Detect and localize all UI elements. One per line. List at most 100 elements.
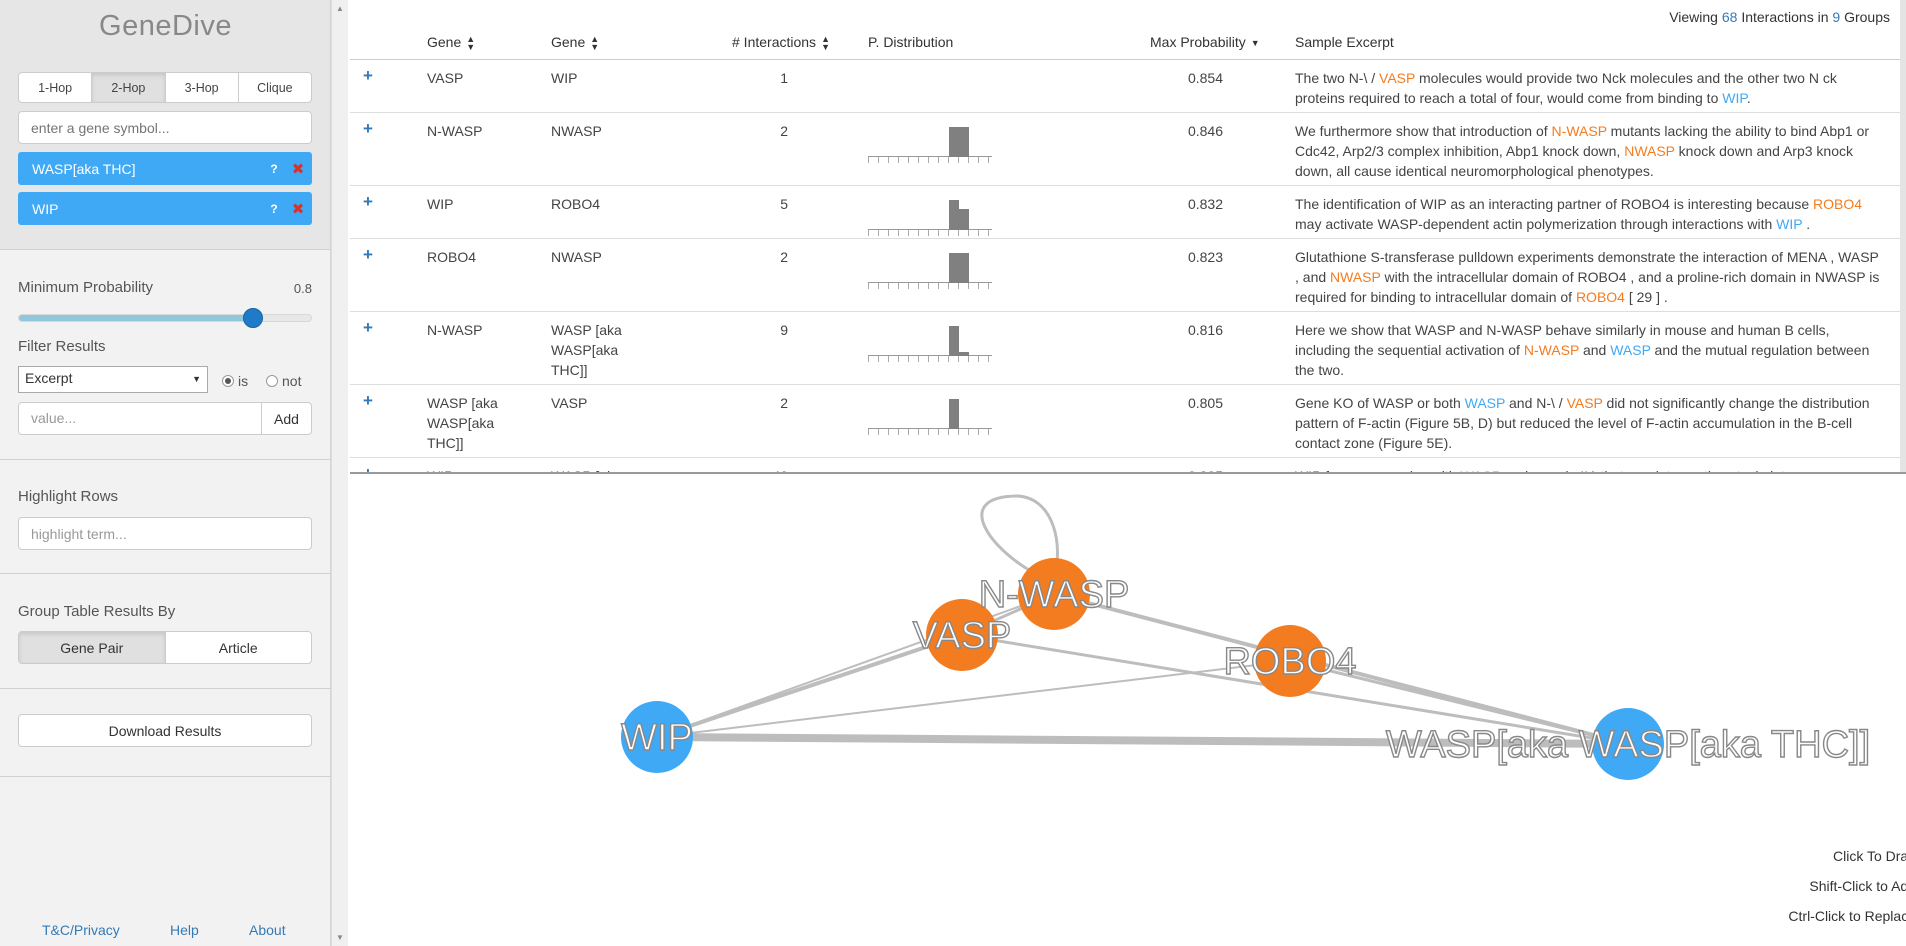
histogram-tick [938,283,939,289]
expand-row-button[interactable]: + [363,192,373,212]
cell-gene-2: WASP [aka WASP[aka THC]] [551,322,622,378]
header-label: P. Distribution [868,34,954,50]
excerpt-text: may activate WASP-dependent actin polyme… [1295,216,1777,232]
histogram-tick [878,230,879,236]
help-link[interactable]: Help [170,922,199,938]
hop-2-button[interactable]: 2-Hop [92,73,166,102]
histogram-tick [898,283,899,289]
histogram-tick [988,283,989,289]
filter-field-select[interactable]: Excerpt ▼ [18,366,208,393]
histogram-axis [868,282,992,283]
table-row[interactable]: + WIP ROBO4 5 0.832 The identification of WIP… [350,186,1906,239]
cell-interactions: 2 [780,395,788,411]
graph-node-label: WASP[aka WASP[aka THC]] [1386,724,1870,766]
hop-1-button[interactable]: 1-Hop [19,73,93,102]
min-probability-label: Minimum Probability [18,279,154,296]
slider-handle[interactable] [242,308,263,328]
cell-gene-2: NWASP [551,123,602,139]
histogram-tick [928,157,929,163]
cell-interactions: 9 [780,322,788,338]
histogram-tick [888,157,889,163]
min-probability-slider[interactable] [18,308,312,328]
graph-node-label: VASP [913,615,1012,657]
histogram-tick [928,230,929,236]
histogram-axis [868,355,992,356]
highlight-input[interactable]: highlight term... [18,517,312,550]
gene-chip-label: WASP[aka THC] [32,160,136,177]
scroll-up-icon[interactable]: ▲ [336,4,344,13]
download-results-button[interactable]: Download Results [18,714,312,747]
table-scrollbar[interactable] [1900,0,1906,472]
histogram-tick [918,356,919,362]
group-article-button[interactable]: Article [166,632,312,663]
remove-icon[interactable]: ✖ [284,200,312,218]
group-gene-pair-button[interactable]: Gene Pair [19,632,166,663]
clique-button[interactable]: Clique [239,73,311,102]
histogram-tick [898,356,899,362]
header-max-probability[interactable]: Max Probability ▼ [1150,34,1260,50]
expand-row-button[interactable]: + [363,245,373,265]
histogram-bar [959,209,969,230]
excerpt-text: and N-\ / [1505,395,1567,411]
histogram-tick [908,230,909,236]
table-row[interactable]: + WASP [aka WASP[aka THC]] VASP 2 0.805 Gene … [350,385,1906,458]
sort-icon: ▲ ▼ [466,34,476,53]
cell-max-probability: 0.805 [1187,395,1223,411]
expand-row-button[interactable]: + [363,464,373,472]
histogram-tick [878,356,879,362]
histogram-tick [928,356,929,362]
add-filter-button[interactable]: Add [261,402,312,435]
help-icon[interactable]: ? [264,162,284,176]
graph-node-label: ROBO4 [1223,641,1356,683]
histogram-tick [948,283,949,289]
graph-canvas[interactable]: VASPN-WASP ROBO4 WIP WASP[aka WASP[aka THC]… [350,476,1906,946]
table-row[interactable]: + WIP WASP [aka 40 0.805 WIP forms a complex … [350,458,1906,472]
cell-max-probability: 0.854 [1187,70,1223,86]
about-link[interactable]: About [249,922,286,938]
histogram-tick [948,157,949,163]
table-row[interactable]: + VASP WIP 1 0.854 The two N-\ / VASP molecul… [350,60,1906,113]
table-row[interactable]: + N-WASP WASP [aka WASP[aka THC]] 9 0.816 Her… [350,312,1906,385]
histogram-tick [878,429,879,435]
table-row[interactable]: + ROBO4 NWASP 2 0.823 Glutathione S-transfera… [350,239,1906,312]
hop-3-button[interactable]: 3-Hop [166,73,239,102]
help-icon[interactable]: ? [264,202,284,216]
excerpt-text: WIP forms a complex with [1295,468,1460,472]
histogram-tick [968,157,969,163]
histogram-tick [868,157,869,163]
scroll-down-icon[interactable]: ▼ [336,933,344,942]
expand-row-button[interactable]: + [363,119,373,139]
remove-icon[interactable]: ✖ [284,160,312,178]
filter-not-radio[interactable]: not [266,373,301,389]
expand-row-button[interactable]: + [363,318,373,338]
probability-histogram [868,121,992,163]
histogram-tick [878,283,879,289]
group-by-toggle: Gene Pair Article [18,631,312,664]
header-interactions[interactable]: # Interactions ▲ ▼ [732,34,830,52]
highlight-gene-orange: N-WASP [1523,342,1580,358]
graph-node[interactable]: ROBO4 [1223,625,1357,697]
table-row[interactable]: + N-WASP NWASP 2 0.846 We furthermore show th… [350,113,1906,186]
histogram-tick [898,230,899,236]
filter-is-radio[interactable]: is [222,373,248,389]
header-label: Gene [427,34,462,50]
header-gene-2[interactable]: Gene ▲ ▼ [551,34,599,52]
terms-privacy-link[interactable]: T&C/Privacy [42,922,120,938]
expand-row-button[interactable]: + [363,391,373,411]
cell-interactions: 2 [780,249,788,265]
slider-fill [19,315,253,321]
graph-node[interactable]: WIP [620,701,694,773]
cell-gene-2: WASP [aka [551,466,641,472]
expand-row-button[interactable]: + [363,66,373,86]
filter-value-input[interactable]: value... [18,402,262,435]
graph-node[interactable]: WASP[aka WASP[aka THC]] [1385,708,1871,780]
gene-search-input[interactable] [18,111,312,144]
interaction-graph[interactable]: VASP N-WASP ROBO4 WIP WASP[aka WASP[aka THC]… [350,476,1906,946]
sort-desc-icon: ▼ [1250,38,1260,49]
histogram-tick [978,429,979,435]
cell-excerpt: The identification of WIP as an interact… [1295,194,1885,234]
header-gene-1[interactable]: Gene ▲ ▼ [427,34,476,53]
groups-suffix: Groups [1844,9,1890,25]
sidebar-scrollbar[interactable]: ▲ ▼ [331,0,348,946]
histogram-tick [938,157,939,163]
